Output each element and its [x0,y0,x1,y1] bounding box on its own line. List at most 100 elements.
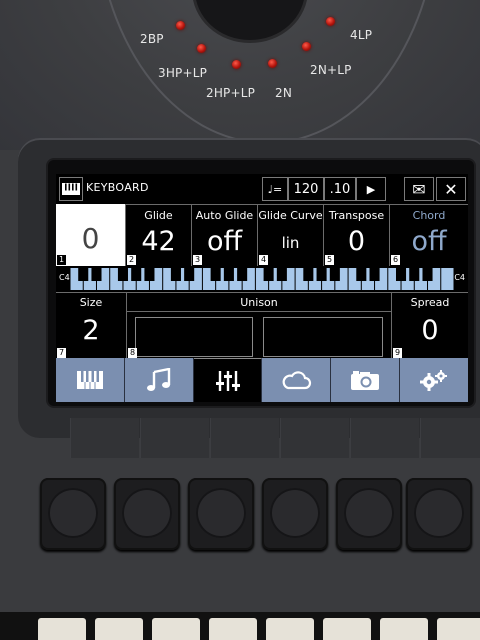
quarter-note-icon: ♩= [267,182,283,196]
close-button[interactable]: ✕ [436,177,466,201]
param-size[interactable]: Size 2 7 [56,293,127,359]
black-key[interactable] [422,268,433,281]
tempo-button[interactable]: ♩= [262,177,288,201]
mini-keyboard[interactable]: C4 C4 [56,266,468,292]
hardware-button-2[interactable] [114,478,180,550]
black-key[interactable] [210,268,221,281]
tempo-value[interactable]: 120 [288,177,324,201]
black-key[interactable] [144,268,155,281]
filter-label-4lp: 4LP [350,28,373,42]
param-value: 0 [421,315,439,346]
black-key[interactable] [303,268,314,281]
param-value: 42 [141,226,176,257]
led-3hp-lp [197,44,206,53]
param-index: 5 [325,255,335,265]
tempo-number: 120 [293,181,319,197]
piano-icon [62,183,80,195]
black-key[interactable] [223,268,234,281]
keyboard-high-label: C4 [454,273,465,282]
param-selected-value[interactable]: 0 1 [56,204,126,266]
hardware-button-3[interactable] [188,478,254,550]
touch-screen: KEYBOARD ♩= 120 .10 ▶ ✉ ✕ 0 1 Glide 42 2 [56,174,468,402]
led-4lp [326,17,335,26]
tempo-fraction[interactable]: .10 [324,177,356,201]
param-glide-curve[interactable]: Glide Curve lin 4 [258,204,324,266]
black-key[interactable] [91,268,102,281]
mail-icon: ✉ [412,179,426,199]
param-value: 2 [82,315,100,346]
screen-header: KEYBOARD ♩= 120 .10 ▶ ✉ ✕ [56,174,468,205]
param-index: 1 [57,255,67,265]
parameter-row-bottom: Size 2 7 Unison 8 Spread 0 9 [56,292,468,359]
black-key[interactable] [409,268,420,281]
param-label: Unison [240,296,278,309]
param-label: Glide [144,209,173,222]
param-label: Glide Curve [258,209,323,222]
mail-button[interactable]: ✉ [404,177,434,201]
parameter-row-top: 0 1 Glide 42 2 Auto Glide off 3 Glide Cu… [56,204,468,266]
keyboard-low-label: C4 [59,273,70,282]
play-icon: ▶ [366,182,376,196]
param-auto-glide[interactable]: Auto Glide off 3 [192,204,258,266]
hardware-button-6[interactable] [406,478,472,550]
tab-camera[interactable] [331,358,401,402]
hardware-button-1[interactable] [40,478,106,550]
param-transpose[interactable]: Transpose 0 5 [324,204,390,266]
param-glide[interactable]: Glide 42 2 [126,204,192,266]
tab-keyboard[interactable] [56,358,125,402]
param-value: 0 [347,226,366,257]
black-key[interactable] [396,268,407,281]
black-key[interactable] [329,268,340,281]
param-label: Auto Glide [195,209,254,222]
param-index: 9 [393,348,403,358]
black-key[interactable] [316,268,327,281]
physical-keyboard [0,612,480,640]
black-key[interactable] [117,268,128,281]
black-key[interactable] [237,268,248,281]
param-label: Transpose [328,209,385,222]
white-key[interactable] [441,268,454,290]
black-key[interactable] [369,268,380,281]
param-label: Spread [410,296,450,309]
black-key[interactable] [263,268,274,281]
filter-label-2hp-lp: 2HP+LP [206,86,256,100]
black-key[interactable] [170,268,181,281]
param-index: 7 [57,348,67,358]
filter-label-3hp-lp: 3HP+LP [158,66,208,80]
hardware-panel-top: 2BP 4LP 3HP+LP 2N+LP 2HP+LP 2N [0,0,480,150]
camera-icon [351,371,380,390]
black-key[interactable] [276,268,287,281]
param-label: Size [79,296,103,309]
hardware-button-5[interactable] [336,478,402,550]
gears-icon [420,370,448,391]
unison-slot-right[interactable] [263,317,383,357]
music-notes-icon [146,368,170,391]
keyboard-keys[interactable] [70,268,454,290]
tab-cloud[interactable] [262,358,332,402]
param-value: off [206,226,243,257]
tab-sequencer[interactable] [124,358,194,402]
param-spread[interactable]: Spread 0 9 [391,293,468,359]
filter-label-2n-lp: 2N+LP [310,63,352,77]
sliders-icon [215,370,240,391]
black-key[interactable] [184,268,195,281]
keyboard-menu-button[interactable] [59,177,83,201]
black-key[interactable] [131,268,142,281]
unison-slot-left[interactable] [135,317,253,357]
filter-label-2n: 2N [275,86,293,100]
black-key[interactable] [356,268,367,281]
led-2n [268,59,277,68]
play-button[interactable]: ▶ [356,177,386,201]
tab-mixer[interactable] [193,358,263,402]
led-2bp [176,21,185,30]
tempo-fraction-value: .10 [329,181,351,197]
param-unison[interactable]: Unison 8 [127,293,391,359]
tab-settings[interactable] [400,358,468,402]
led-2hp-lp [232,60,241,69]
tab-bar [56,358,468,402]
black-key[interactable] [78,268,89,281]
hardware-button-4[interactable] [262,478,328,550]
param-chord[interactable]: Chord off 6 [390,204,468,266]
close-icon: ✕ [444,179,458,199]
param-index: 2 [127,255,137,265]
